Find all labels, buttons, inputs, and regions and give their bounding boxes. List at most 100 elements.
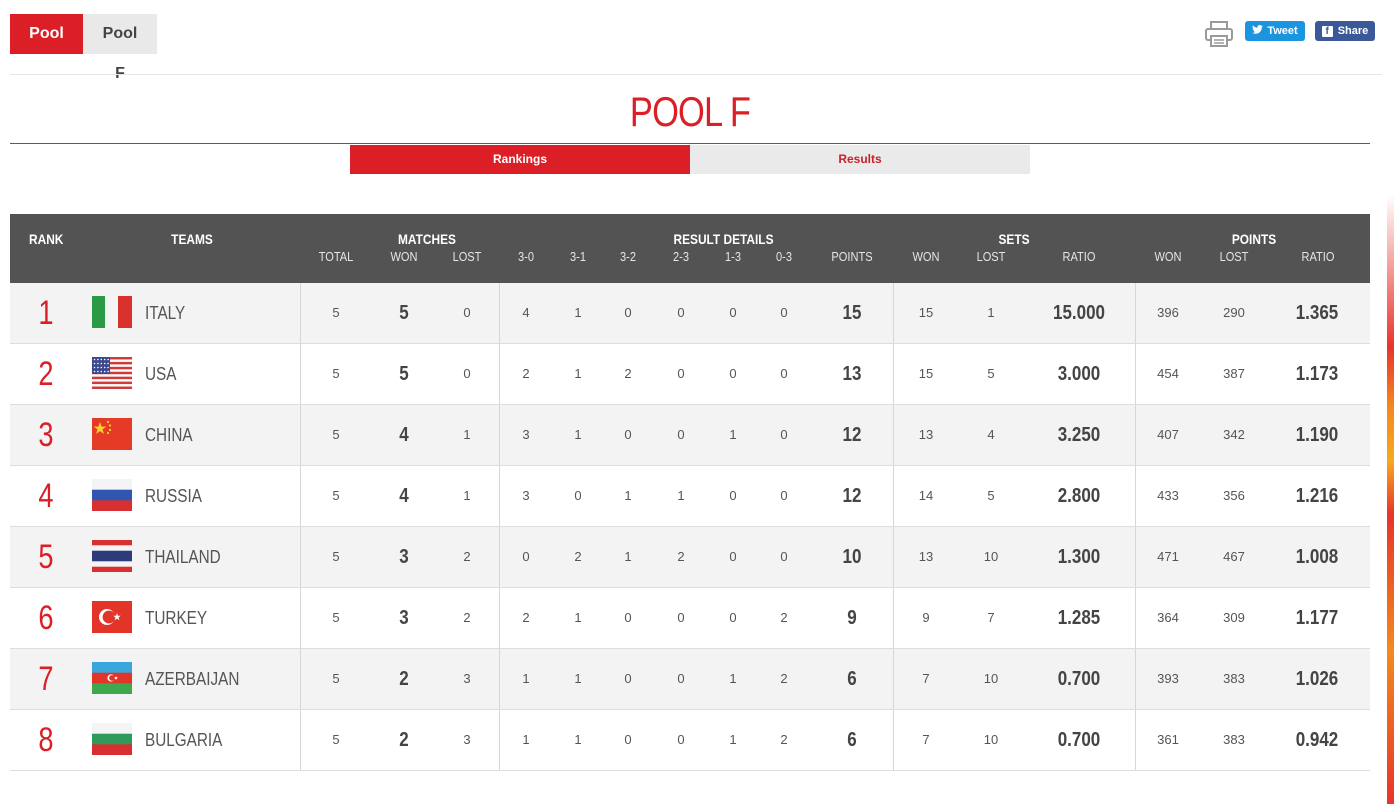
tweet-button[interactable]: Tweet [1245,21,1305,41]
rank-cell: 7 [38,660,54,698]
cell-pts-lost: 356 [1223,488,1245,503]
cell-r13: 0 [729,549,737,564]
share-button[interactable]: f Share [1315,21,1375,41]
team-name[interactable]: ITALY [145,283,264,343]
cell-pts-won: 361 [1157,732,1179,747]
column-separator [300,588,301,648]
cell-lost: 1 [463,488,471,503]
cell-r32: 0 [624,732,632,747]
subheader-2-3: 2-3 [673,249,689,264]
cell-sets-lost: 5 [987,488,995,503]
subheader-sets-lost: LOST [976,249,1006,264]
cell-r30: 4 [522,305,530,320]
cell-r13: 1 [729,671,737,686]
cell-lost: 1 [463,427,471,442]
cell-sets-lost: 1 [987,305,995,320]
cell-r31: 1 [574,305,582,320]
cell-pts-lost: 387 [1223,366,1245,381]
cell-points: 9 [847,607,857,629]
page-title: POOL F [629,88,751,135]
cell-points: 15 [842,302,862,324]
cell-r03: 0 [780,427,788,442]
cell-lost: 2 [463,610,471,625]
rank-cell: 8 [38,721,54,759]
cell-total: 5 [332,366,340,381]
team-name[interactable]: THAILAND [145,527,264,587]
tweet-label: Tweet [1267,25,1298,37]
decorative-side-bar [1387,42,1394,804]
cell-r32: 1 [624,488,632,503]
column-separator [300,405,301,465]
subheader-won: WON [390,249,418,264]
cell-sets-ratio: 0.700 [1057,668,1101,690]
title-divider [10,143,1370,144]
cell-pts-ratio: 1.008 [1295,546,1339,568]
cell-total: 5 [332,671,340,686]
team-name[interactable]: RUSSIA [145,466,264,526]
cell-points: 6 [847,668,857,690]
cell-pts-won: 471 [1157,549,1179,564]
cell-sets-ratio: 15.000 [1052,302,1105,324]
cell-r03: 2 [780,610,788,625]
flag-icon-italy [92,296,132,328]
cell-pts-lost: 383 [1223,671,1245,686]
cell-r13: 1 [729,427,737,442]
column-separator [1135,405,1136,465]
cell-points: 6 [847,729,857,751]
rank-cell: 3 [38,416,54,454]
cell-sets-lost: 4 [987,427,995,442]
subheader-points-won: WON [1154,249,1182,264]
header-teams: TEAMS [171,231,213,247]
team-name[interactable]: USA [145,344,264,404]
subheader-points-lost: LOST [1219,249,1249,264]
cell-pts-won: 433 [1157,488,1179,503]
rank-cell: 2 [38,355,54,393]
cell-pts-ratio: 0.942 [1295,729,1339,751]
tab-pool-e[interactable]: Pool E [10,14,83,82]
cell-sets-won: 14 [918,488,934,503]
twitter-bird-icon [1252,21,1264,41]
column-separator [300,527,301,587]
cell-total: 5 [332,549,340,564]
cell-pts-won: 393 [1157,671,1179,686]
cell-r23: 0 [677,610,685,625]
cell-lost: 3 [463,671,471,686]
pool-tabs: Pool E Pool F [10,14,157,82]
column-separator [300,466,301,526]
cell-won: 3 [399,607,409,629]
column-separator [499,405,500,465]
flag-icon-china [92,418,132,450]
cell-lost: 0 [463,305,471,320]
column-separator [893,405,894,465]
cell-r03: 0 [780,549,788,564]
header-rank: RANK [29,231,64,247]
printer-icon[interactable] [1204,20,1234,48]
cell-lost: 3 [463,732,471,747]
subheader-lost: LOST [452,249,482,264]
cell-sets-won: 15 [918,366,934,381]
tab-results[interactable]: Results [690,145,1030,174]
team-name[interactable]: TURKEY [145,588,264,648]
cell-sets-ratio: 3.000 [1057,363,1101,385]
cell-r03: 2 [780,671,788,686]
cell-r03: 0 [780,488,788,503]
cell-r32: 2 [624,366,632,381]
cell-r23: 0 [677,427,685,442]
subheader-3-2: 3-2 [620,249,636,264]
tab-pool-f[interactable]: Pool F [83,14,157,82]
header-points: POINTS [1231,231,1277,247]
team-name[interactable]: AZERBAIJAN [145,649,264,709]
cell-r03: 0 [780,305,788,320]
tab-rankings[interactable]: Rankings [350,145,690,174]
cell-r31: 2 [574,549,582,564]
column-separator [300,283,301,343]
team-name[interactable]: BULGARIA [145,710,264,770]
table-row: 8 BULGARIA 5 2 3 1 1 0 0 1 2 6 7 10 0.700 361 383 0.942 [10,710,1370,771]
flag-icon-bulgaria [92,723,132,755]
sub-tabs: Rankings Results [350,145,1030,174]
cell-r30: 3 [522,488,530,503]
team-name[interactable]: CHINA [145,405,264,465]
subheader-0-3: 0-3 [776,249,792,264]
cell-sets-ratio: 1.285 [1057,607,1101,629]
cell-pts-lost: 290 [1223,305,1245,320]
